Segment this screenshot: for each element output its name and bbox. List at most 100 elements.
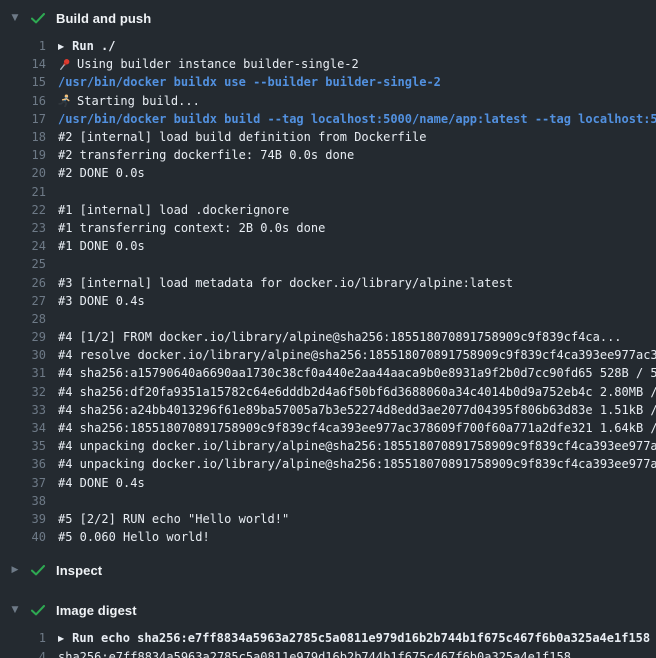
line-number[interactable]: 15 (0, 75, 46, 89)
line-text: sha256:e7ff8834a5963a2785c5a0811e979d16b… (58, 650, 571, 658)
line-content: #3 DONE 0.4s (58, 294, 656, 308)
line-number[interactable]: 20 (0, 166, 46, 180)
chevron-right-icon[interactable]: ▶ (8, 565, 22, 575)
line-content: #3 [internal] load metadata for docker.i… (58, 276, 656, 290)
line-content: #4 sha256:a15790640a6690aa1730c38cf0a440… (58, 366, 656, 380)
chevron-down-icon[interactable]: ▼ (8, 605, 22, 615)
log-line: 29 #4 [1/2] FROM docker.io/library/alpin… (0, 328, 656, 346)
log-line: 20 #2 DONE 0.0s (0, 164, 656, 182)
log-line: 14 Using builder instance builder-single… (0, 55, 656, 73)
line-text: #3 [internal] load metadata for docker.i… (58, 276, 513, 290)
line-content: #4 DONE 0.4s (58, 476, 656, 490)
log-line: 15 /usr/bin/docker buildx use --builder … (0, 73, 656, 91)
line-text: #4 sha256:185518070891758909c9f839cf4ca3… (58, 421, 656, 435)
line-number[interactable]: 18 (0, 130, 46, 144)
line-number[interactable]: 31 (0, 366, 46, 380)
line-content: #1 DONE 0.0s (58, 239, 656, 253)
log-line: 1 ▶ Run ./ (0, 37, 656, 55)
line-content: #4 resolve docker.io/library/alpine@sha2… (58, 348, 656, 362)
line-number[interactable]: 19 (0, 148, 46, 162)
section-header[interactable]: ▼ Build and push (0, 0, 656, 34)
line-content: Starting build... (58, 94, 656, 108)
line-text: #5 0.060 Hello world! (58, 530, 210, 544)
line-number[interactable]: 22 (0, 203, 46, 217)
check-success-icon (31, 605, 45, 616)
log-line: 22 #1 [internal] load .dockerignore (0, 201, 656, 219)
check-success-icon (31, 13, 45, 24)
log-line: 4 sha256:e7ff8834a5963a2785c5a0811e979d1… (0, 647, 656, 658)
log-section: ▼ Build and push 1 ▶ Run ./ 14 Using bui… (0, 0, 656, 546)
line-content: #1 transferring context: 2B 0.0s done (58, 221, 656, 235)
line-content: #5 0.060 Hello world! (58, 530, 656, 544)
line-text: #4 unpacking docker.io/library/alpine@sh… (58, 439, 656, 453)
line-text: #2 DONE 0.0s (58, 166, 145, 180)
log-line: 38 (0, 492, 656, 510)
log-section: ▼ Image digest 1 ▶ Run echo sha256:e7ff8… (0, 592, 656, 658)
line-content: #4 sha256:185518070891758909c9f839cf4ca3… (58, 421, 656, 435)
line-text: #3 DONE 0.4s (58, 294, 145, 308)
log-line: 23 #1 transferring context: 2B 0.0s done (0, 219, 656, 237)
line-number[interactable]: 29 (0, 330, 46, 344)
line-number[interactable]: 37 (0, 476, 46, 490)
line-text: #4 DONE 0.4s (58, 476, 145, 490)
line-text: Starting build... (77, 94, 200, 108)
line-number[interactable]: 33 (0, 403, 46, 417)
log-line: 28 (0, 310, 656, 328)
line-text: #1 [internal] load .dockerignore (58, 203, 289, 217)
runner-icon (58, 94, 71, 107)
line-number[interactable]: 36 (0, 457, 46, 471)
line-content: #5 [2/2] RUN echo "Hello world!" (58, 512, 656, 526)
line-content: sha256:e7ff8834a5963a2785c5a0811e979d16b… (58, 650, 656, 658)
line-number[interactable]: 40 (0, 530, 46, 544)
line-number[interactable]: 23 (0, 221, 46, 235)
log-line: 18 #2 [internal] load build definition f… (0, 128, 656, 146)
line-content: ▶ Run echo sha256:e7ff8834a5963a2785c5a0… (58, 631, 656, 645)
log-line: 21 (0, 183, 656, 201)
section-header[interactable]: ▼ Image digest (0, 592, 656, 626)
line-content: #2 DONE 0.0s (58, 166, 656, 180)
line-number[interactable]: 38 (0, 494, 46, 508)
line-content: #2 [internal] load build definition from… (58, 130, 656, 144)
log-line: 37 #4 DONE 0.4s (0, 474, 656, 492)
line-text: #4 unpacking docker.io/library/alpine@sh… (58, 457, 656, 471)
log-line: 1 ▶ Run echo sha256:e7ff8834a5963a2785c5… (0, 629, 656, 647)
line-number[interactable]: 4 (0, 650, 46, 658)
line-number[interactable]: 34 (0, 421, 46, 435)
line-number[interactable]: 25 (0, 257, 46, 271)
log-line: 27 #3 DONE 0.4s (0, 292, 656, 310)
section-header[interactable]: ▶ Inspect (0, 552, 656, 586)
log-line: 32 #4 sha256:df20fa9351a15782c64e6dddb2d… (0, 383, 656, 401)
line-number[interactable]: 14 (0, 57, 46, 71)
log-section: ▶ Inspect (0, 552, 656, 586)
line-text: #4 [1/2] FROM docker.io/library/alpine@s… (58, 330, 622, 344)
line-number[interactable]: 17 (0, 112, 46, 126)
chevron-down-icon[interactable]: ▼ (8, 13, 22, 23)
line-number[interactable]: 27 (0, 294, 46, 308)
line-content: #1 [internal] load .dockerignore (58, 203, 656, 217)
line-content: #4 sha256:a24bb4013296f61e89ba57005a7b3e… (58, 403, 656, 417)
line-number[interactable]: 28 (0, 312, 46, 326)
line-text: #4 sha256:df20fa9351a15782c64e6dddb2d4a6… (58, 385, 656, 399)
line-number[interactable]: 21 (0, 185, 46, 199)
line-number[interactable]: 1 (0, 39, 46, 53)
line-number[interactable]: 1 (0, 631, 46, 645)
log-line: 39 #5 [2/2] RUN echo "Hello world!" (0, 510, 656, 528)
line-number[interactable]: 26 (0, 276, 46, 290)
line-number[interactable]: 24 (0, 239, 46, 253)
line-number[interactable]: 16 (0, 94, 46, 108)
line-number[interactable]: 39 (0, 512, 46, 526)
section-title: Inspect (56, 563, 102, 578)
line-content: /usr/bin/docker buildx build --tag local… (58, 112, 656, 126)
pushpin-icon (58, 58, 71, 71)
log-line: 26 #3 [internal] load metadata for docke… (0, 273, 656, 291)
line-number[interactable]: 30 (0, 348, 46, 362)
line-number[interactable]: 32 (0, 385, 46, 399)
line-text: #2 transferring dockerfile: 74B 0.0s don… (58, 148, 354, 162)
expand-group-icon[interactable]: ▶ (58, 634, 64, 643)
line-content: #4 [1/2] FROM docker.io/library/alpine@s… (58, 330, 656, 344)
line-number[interactable]: 35 (0, 439, 46, 453)
line-text: Using builder instance builder-single-2 (77, 57, 359, 71)
expand-group-icon[interactable]: ▶ (58, 42, 64, 51)
section-title: Image digest (56, 603, 137, 618)
line-content: #4 sha256:df20fa9351a15782c64e6dddb2d4a6… (58, 385, 656, 399)
